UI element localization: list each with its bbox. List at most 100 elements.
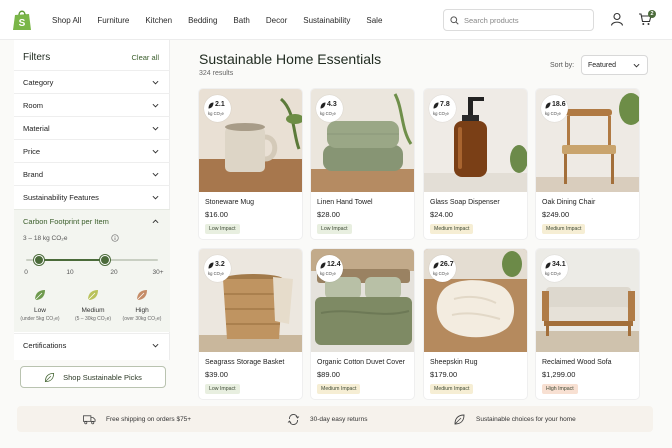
co2-unit: kg CO₂e <box>208 111 224 116</box>
benefit-text: Sustainable choices for your home <box>476 415 576 423</box>
product-price: $249.00 <box>542 210 570 219</box>
product-price: $1,299.00 <box>542 370 576 379</box>
leaf-icon <box>136 290 147 301</box>
product-name[interactable]: Linen Hand Towel <box>317 199 373 206</box>
product-price: $28.00 <box>317 210 340 219</box>
impact-medium-option[interactable]: Medium (5 – 30kg CO₂e) <box>68 288 118 322</box>
nav-bedding[interactable]: Bedding <box>188 16 217 25</box>
co2-badge: 4.3 kg CO₂e <box>316 95 343 122</box>
co2-badge: 12.4 kg CO₂e <box>316 255 343 282</box>
slider-max-handle[interactable] <box>100 255 111 265</box>
co2-value: 34.1 <box>552 261 566 268</box>
leaf-icon <box>87 290 98 301</box>
chevron-down-icon <box>152 126 159 130</box>
impact-label: Low <box>34 307 46 314</box>
product-card[interactable]: 2.1 kg CO₂e Stoneware Mug $16.00 Low Imp… <box>198 88 303 240</box>
search-box[interactable] <box>443 9 594 31</box>
filter-label: Material <box>23 123 50 133</box>
co2-value: 12.4 <box>327 261 341 268</box>
product-name[interactable]: Sheepskin Rug <box>430 359 477 366</box>
co2-unit: kg CO₂e <box>320 111 336 116</box>
carbon-filter-title[interactable]: Carbon Footprint per Item <box>23 217 109 226</box>
chevron-up-icon[interactable] <box>152 218 159 225</box>
filter-category[interactable]: Category <box>14 70 170 93</box>
filter-label: Room <box>23 100 44 110</box>
nav-decor[interactable]: Decor <box>266 16 287 25</box>
co2-value: 18.6 <box>552 101 566 108</box>
tick-label: 30+ <box>152 269 164 276</box>
co2-badge: 3.2 kg CO₂e <box>204 255 231 282</box>
impact-sublabel: (5 – 30kg CO₂e) <box>74 316 112 322</box>
product-name[interactable]: Stoneware Mug <box>205 199 254 206</box>
impact-badge: Medium Impact <box>317 384 361 394</box>
sort-dropdown[interactable]: Featured <box>581 55 648 75</box>
benefit-free-shipping: Free shipping on orders $75+ <box>83 406 191 432</box>
clear-all-link[interactable]: Clear all <box>131 53 159 62</box>
filter-label: Brand <box>23 169 44 179</box>
benefit-sustainable: Sustainable choices for your home <box>453 406 576 432</box>
cart-count-badge: 2 <box>648 10 656 18</box>
impact-label: Medium <box>81 307 105 314</box>
impact-badge: High Impact <box>542 384 578 394</box>
co2-value: 3.2 <box>215 261 225 268</box>
tick-label: 0 <box>24 269 28 276</box>
returns-icon <box>287 413 300 425</box>
chevron-down-icon <box>152 103 159 107</box>
co2-value: 26.7 <box>440 261 454 268</box>
benefits-bar: Free shipping on orders $75+ 30-day easy… <box>17 406 653 432</box>
product-card[interactable]: 12.4 kg CO₂e Organic Cotton Duvet Cover … <box>310 248 415 400</box>
product-price: $179.00 <box>430 370 458 379</box>
shop-sustainable-picks-button[interactable]: Shop Sustainable Picks <box>20 366 166 388</box>
product-card[interactable]: 18.6 kg CO₂e Oak Dining Chair $249.00 Me… <box>535 88 640 240</box>
impact-high-option[interactable]: High (over 30kg CO₂e) <box>117 288 167 322</box>
impact-badge: Medium Impact <box>430 224 474 234</box>
product-card[interactable]: 34.1 kg CO₂e Reclaimed Wood Sofa $1,299.… <box>535 248 640 400</box>
leaf-icon <box>208 262 214 269</box>
filter-brand[interactable]: Brand <box>14 162 170 185</box>
product-name[interactable]: Seagrass Storage Basket <box>205 359 284 366</box>
product-name[interactable]: Oak Dining Chair <box>542 199 595 206</box>
results-count: 324 results <box>199 70 234 77</box>
product-card[interactable]: 26.7 kg CO₂e Sheepskin Rug $179.00 Mediu… <box>423 248 528 400</box>
nav-sale[interactable]: Sale <box>366 16 382 25</box>
product-name[interactable]: Organic Cotton Duvet Cover <box>317 359 405 366</box>
filter-material[interactable]: Material <box>14 116 170 139</box>
product-card[interactable]: 4.3 kg CO₂e Linen Hand Towel $28.00 Low … <box>310 88 415 240</box>
leaf-icon <box>34 290 45 301</box>
co2-unit: kg CO₂e <box>545 111 561 116</box>
search-input[interactable] <box>464 15 584 25</box>
carbon-footprint-filter: Carbon Footprint per Item 3 – 18 kg CO₂e… <box>14 209 170 332</box>
benefit-text: 30-day easy returns <box>310 415 368 423</box>
filter-price[interactable]: Price <box>14 139 170 162</box>
slider-min-handle[interactable] <box>34 255 45 265</box>
product-card[interactable]: 3.2 kg CO₂e Seagrass Storage Basket $39.… <box>198 248 303 400</box>
filter-certifications[interactable]: Certifications <box>14 333 170 356</box>
filters-title: Filters <box>23 52 51 63</box>
impact-low-option[interactable]: Low (under 5kg CO₂e) <box>15 288 65 322</box>
benefit-text: Free shipping on orders $75+ <box>106 415 192 423</box>
tick-label: 10 <box>66 269 74 276</box>
product-card[interactable]: 7.8 kg CO₂e Glass Soap Dispenser $24.00 … <box>423 88 528 240</box>
info-icon[interactable] <box>111 234 119 242</box>
product-name[interactable]: Glass Soap Dispenser <box>430 199 500 206</box>
co2-unit: kg CO₂e <box>545 271 561 276</box>
nav-kitchen[interactable]: Kitchen <box>145 16 172 25</box>
co2-value: 4.3 <box>327 101 337 108</box>
nav-bath[interactable]: Bath <box>233 16 249 25</box>
nav-sustainability[interactable]: Sustainability <box>303 16 350 25</box>
nav-furniture[interactable]: Furniture <box>97 16 129 25</box>
shop-logo-icon[interactable]: S <box>12 9 32 31</box>
co2-badge: 7.8 kg CO₂e <box>429 95 456 122</box>
product-name[interactable]: Reclaimed Wood Sofa <box>542 359 612 366</box>
svg-text:S: S <box>19 18 26 29</box>
shop-button-label: Shop Sustainable Picks <box>63 372 142 382</box>
filter-room[interactable]: Room <box>14 93 170 116</box>
chevron-down-icon <box>152 149 159 153</box>
nav-shop-all[interactable]: Shop All <box>52 16 81 25</box>
impact-badge: Low Impact <box>317 224 352 234</box>
impact-badge: Medium Impact <box>430 384 474 394</box>
filter-sustainability-features[interactable]: Sustainability Features <box>14 185 170 208</box>
carbon-range-slider[interactable] <box>26 255 158 265</box>
account-icon[interactable] <box>610 12 624 26</box>
product-price: $16.00 <box>205 210 228 219</box>
